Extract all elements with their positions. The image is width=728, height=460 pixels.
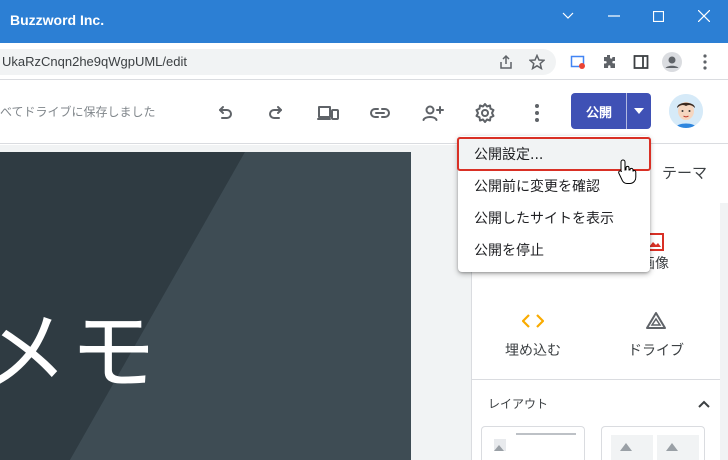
add-user-icon[interactable] (421, 101, 445, 125)
maximize-button[interactable] (635, 0, 681, 32)
layout-option-images[interactable] (601, 426, 705, 460)
settings-gear-icon[interactable] (473, 101, 497, 125)
browser-address-bar: UkaRzCnqn2he9qWgpUML/edit (0, 43, 728, 80)
share-icon[interactable] (495, 51, 517, 73)
preview-devices-icon[interactable] (316, 101, 340, 125)
panel-scrollbar[interactable] (720, 203, 728, 460)
save-status-text: べてドライブに保存しました (0, 105, 156, 119)
publish-label: 公開 (585, 105, 612, 121)
link-icon[interactable] (368, 101, 392, 125)
editor-canvas: メモ (0, 145, 471, 460)
window-title: Buzzword Inc. (10, 12, 105, 28)
menu-item-label: 公開したサイトを表示 (474, 211, 614, 227)
menu-item-label: 公開を停止 (474, 243, 544, 259)
profile-icon[interactable] (661, 51, 683, 73)
collapse-chevron-icon[interactable] (698, 393, 710, 412)
menu-item-label: 公開前に変更を確認 (474, 179, 600, 195)
header-title[interactable]: メモ (0, 282, 158, 407)
window-title-bar: Buzzword Inc. (0, 0, 728, 43)
user-avatar[interactable] (669, 94, 703, 128)
url-text: UkaRzCnqn2he9qWgpUML/edit (2, 54, 187, 69)
browser-menu-icon[interactable] (694, 51, 716, 73)
redo-icon[interactable] (264, 101, 288, 125)
publish-dropdown-menu: 公開設定... 公開前に変更を確認 公開したサイトを表示 公開を停止 (457, 136, 651, 272)
header-banner[interactable]: メモ (0, 152, 411, 460)
minimize-button[interactable] (591, 0, 637, 32)
embed-icon (478, 308, 588, 334)
editor-toolbar: べてドライブに保存しました 公開 (0, 81, 728, 144)
layout-section-title: レイアウト (488, 397, 549, 411)
insert-drive-label: ドライブ (628, 343, 684, 359)
tab-theme[interactable]: テーマ (662, 162, 707, 183)
extension-capture-icon[interactable] (567, 51, 589, 73)
menu-item-unpublish[interactable]: 公開を停止 (458, 234, 650, 266)
layout-thumbnail-text (494, 433, 576, 451)
publish-button[interactable]: 公開 (571, 93, 651, 129)
layout-thumbnail-images (611, 435, 699, 460)
drive-icon (601, 308, 711, 334)
insert-embed-label: 埋め込む (505, 343, 561, 359)
insert-embed-item[interactable]: 埋め込む (478, 308, 588, 360)
layout-option-text[interactable] (481, 426, 585, 460)
undo-icon[interactable] (213, 101, 237, 125)
insert-drive-item[interactable]: ドライブ (601, 308, 711, 360)
more-options-icon[interactable] (525, 101, 549, 125)
url-field[interactable]: UkaRzCnqn2he9qWgpUML/edit (0, 49, 556, 75)
panel-divider (472, 379, 721, 380)
bookmark-star-icon[interactable] (526, 51, 548, 73)
close-button[interactable] (681, 0, 727, 32)
chevron-down-icon[interactable] (545, 0, 591, 32)
menu-item-view-published-site[interactable]: 公開したサイトを表示 (458, 202, 650, 234)
extensions-puzzle-icon[interactable] (598, 51, 620, 73)
menu-item-label: 公開設定... (474, 147, 544, 163)
side-panel-icon[interactable] (630, 51, 652, 73)
hand-cursor-icon (617, 158, 637, 188)
publish-dropdown-caret-icon[interactable] (627, 93, 651, 129)
